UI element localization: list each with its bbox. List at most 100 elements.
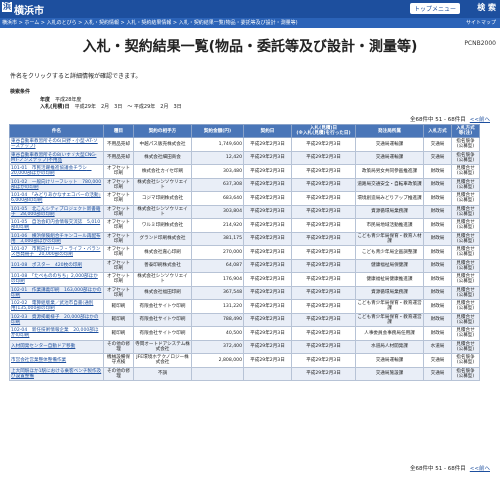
top-menu-button[interactable]: トップメニュー: [409, 3, 460, 14]
row-name-link[interactable]: 101-02 一般向けリーフレット 780,000部ほかの印刷: [9, 177, 104, 192]
table-row: 101-08 「たべもののちち」2,000部ほかの印刷 オフセット印刷 株式会社シン…: [9, 272, 480, 287]
table-body: 東谷自動車教習所その6(日野・小型-AT-ソーステップ) 不用品売却 中越パス販売株…: [9, 137, 480, 381]
row-name-link[interactable]: 102-04 新任技術情報企業 20,000部ほかの印刷: [9, 326, 104, 341]
row-dept: 交通局: [423, 137, 452, 152]
row-dept: 財政局: [423, 258, 452, 273]
table-row: 101-08 ポスター 420枚の印刷 オフセット印刷 善泰印刷株式会社 64,087…: [9, 258, 480, 273]
row-contract-date: 平成29年2月3日: [243, 339, 292, 354]
row-name-link[interactable]: 101-05 北こんシティプロジェクト新書籍子 28,000部の印刷: [9, 204, 104, 219]
row-amount: 176,904: [191, 272, 244, 287]
row-name-link[interactable]: 101-06 横浜保険組合チキンコール再配布用 3,000部ほかの印刷: [9, 231, 104, 246]
row-party: 有限会社サイトウ印刷: [133, 312, 192, 327]
row-contract-date: 平成29年2月3日: [243, 177, 292, 192]
row-bid-date: 平成29年2月3日: [291, 312, 356, 327]
row-method: 見積合せ (公募型): [451, 164, 480, 179]
row-amount: 131,220: [191, 299, 244, 314]
row-party: 株式会社嘉心印刷: [133, 245, 192, 260]
table-row: 東谷自動車教習所その6(日野・小型-AT-ソーステップ) 不用品売却 中越パス販売株…: [9, 137, 480, 152]
row-name-link[interactable]: 上大岡駅ほか1駅における乗客ベンチ製作及び設置整備: [9, 366, 104, 381]
row-bid-date: 平成29年2月3日: [291, 191, 356, 206]
row-method: 見積合せ (公募型): [451, 191, 480, 206]
row-name-link[interactable]: 102-01 作業講義印刷 163,000部ほかの印刷: [9, 285, 104, 300]
row-name-link[interactable]: 東谷自動車教習所その8(いすゞ大型CNG-MT-ノンステップ)不用品: [9, 150, 104, 165]
row-party: 株式会社シンソウリエイト: [133, 177, 192, 192]
row-name-link[interactable]: 102-02 電算組版業／武池市自書(通別用)135,000部の印刷: [9, 299, 104, 314]
row-method: 見積合せ (公募型): [451, 204, 480, 219]
row-amount: 372,400: [191, 339, 244, 354]
row-amount: 367,548: [191, 285, 244, 300]
table-row: 102-03 資源掲載様子 20,000部ほかの印刷 軽印刷 有限会社サイトウ印刷 7…: [9, 312, 480, 327]
row-name-link[interactable]: 101-04 「みどりあかなすエコバーの活動」6,000部の印刷: [9, 191, 104, 206]
row-party: 不調: [133, 366, 192, 381]
sitemap-link[interactable]: サイトマップ: [466, 18, 496, 28]
row-name-link[interactable]: 101-08 「たべもののちち」2,000部ほかの印刷: [9, 272, 104, 287]
row-party: ワルミ印刷株式会社: [133, 218, 192, 233]
column-header: 契約日: [243, 124, 292, 138]
intro-text: 件名をクリックすると詳細情報が確認できます。: [10, 73, 142, 80]
row-name-link[interactable]: 102-03 資源掲載様子 20,000部ほかの印刷: [9, 312, 104, 327]
condition-date: 入札(見積)日 平成29年 2月 3日 ～ 平成29年 2月 3日: [40, 103, 182, 110]
row-contract-date: 平成29年2月3日: [243, 204, 292, 219]
row-bid-date: 平成29年2月3日: [291, 218, 356, 233]
row-name-link[interactable]: 101-07 市民向けリーフ・ライフ・バランス啓発冊子 20,000部の印刷: [9, 245, 104, 260]
breadcrumb: 横浜市 > ホーム > 入札のとびら > 入札・契約情報 > 入札・契約結果情報…: [0, 18, 500, 28]
row-name-link[interactable]: 市営会社営業整体整備作業: [9, 353, 104, 368]
site-logo[interactable]: 浜横浜市: [2, 2, 44, 17]
row-dept: 財政局: [423, 272, 452, 287]
row-method: 指名競争 (公募型): [451, 150, 480, 165]
row-amount: 64,087: [191, 258, 244, 273]
row-amount: 303,480: [191, 164, 244, 179]
row-contract-date: 平成29年2月3日: [243, 191, 292, 206]
page-title: 入札・契約結果一覧(物品・委託等及び設計・測量等): [82, 39, 418, 55]
row-party: 有限会社サイトウ印刷: [133, 299, 192, 314]
column-header: 種目: [103, 124, 134, 138]
row-method: 指名競争 (公募型): [451, 366, 480, 381]
row-amount: 1,749,600: [191, 137, 244, 152]
pagination-top: 全68件中 51 - 68件目 <<前へ: [410, 115, 490, 123]
row-contract-date: 平成29年2月3日: [243, 245, 292, 260]
table-row: 入材開発センター自動ドア移動 その他の修理 寺岡オートドアシステム株式会社 372,4…: [9, 339, 480, 354]
row-name-link[interactable]: 101-08 ポスター 420枚の印刷: [9, 258, 104, 273]
row-contract-date: 平成29年2月3日: [243, 272, 292, 287]
row-method: 見積合せ (公募型): [451, 339, 480, 354]
row-name-link[interactable]: 101-01 市民活躍推進協議会チラシ 20,000部ほかの印刷: [9, 164, 104, 179]
row-type: 軽印刷: [103, 312, 134, 327]
breadcrumb-trail[interactable]: 横浜市 > ホーム > 入札のとびら > 入札・契約情報 > 入札・契約結果情報…: [2, 20, 298, 26]
row-bid-date: 平成29年2月3日: [291, 164, 356, 179]
row-name-link[interactable]: 入材開発センター自動ドア移動: [9, 339, 104, 354]
row-type: その他の修理: [103, 339, 134, 354]
row-bureau: 交通局施設課: [355, 366, 424, 381]
row-type: オフセット印刷: [103, 231, 134, 246]
row-bureau: 資源循環局業務課: [355, 285, 424, 300]
row-bid-date: 平成29年2月3日: [291, 150, 356, 165]
row-method: 見積合せ (公募型): [451, 218, 480, 233]
row-contract-date: 平成29年2月3日: [243, 258, 292, 273]
row-bureau: 交通局運輸課: [355, 137, 424, 152]
row-bid-date: 平成29年2月3日: [291, 204, 356, 219]
column-header: 入札方式 等(注): [451, 124, 480, 138]
row-name-link[interactable]: 101-05 自治会町内会情報交流誌 5,010部の印刷: [9, 218, 104, 233]
row-bureau: こども青少年局保育・教育運営課: [355, 299, 424, 314]
column-header: 件名: [9, 124, 104, 138]
row-type: オフセット印刷: [103, 191, 134, 206]
row-contract-date: 平成29年2月3日: [243, 150, 292, 165]
row-method: 見積合せ (公募型): [451, 326, 480, 341]
row-bid-date: 平成29年2月3日: [291, 326, 356, 341]
prev-page-link[interactable]: <<前へ: [470, 466, 490, 472]
table-row: 市営会社営業整体整備作業 機械設備保守点検 JFE環境ホテクノロジー株式会社 2,80…: [9, 353, 480, 368]
row-bid-date: 平成29年2月3日: [291, 285, 356, 300]
row-dept: 財政局: [423, 231, 452, 246]
row-method: 見積合せ (公募型): [451, 299, 480, 314]
row-method: 見積合せ (公募型): [451, 312, 480, 327]
row-bid-date: 平成29年2月3日: [291, 299, 356, 314]
row-party: 中越パス販売株式会社: [133, 137, 192, 152]
row-type: オフセット印刷: [103, 204, 134, 219]
row-party: 株式会社シンソウリエイト: [133, 272, 192, 287]
row-party: コジマ印刷株式会社: [133, 191, 192, 206]
row-contract-date: 平成29年2月3日: [243, 137, 292, 152]
column-header: 発注局所属: [355, 124, 424, 138]
row-amount: 270,000: [191, 245, 244, 260]
row-name-link[interactable]: 東谷自動車教習所その6(日野・小型-AT-ソーステップ): [9, 137, 104, 152]
search-button[interactable]: 検 索: [477, 2, 496, 13]
prev-page-link[interactable]: <<前へ: [470, 117, 490, 123]
